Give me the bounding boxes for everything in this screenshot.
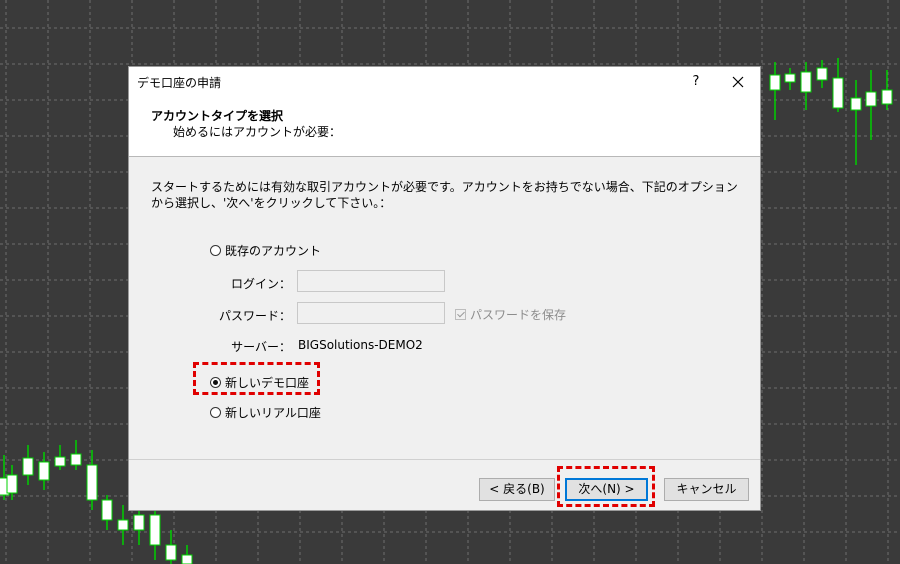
- candle-body: [22, 457, 34, 476]
- save-password-check-icon[interactable]: [455, 309, 466, 320]
- candle-body: [816, 67, 828, 81]
- candle-body: [86, 464, 98, 501]
- candle-body: [769, 74, 781, 91]
- candle-body: [38, 461, 50, 481]
- close-icon: [732, 76, 744, 88]
- radio-existing-account-label: 既存のアカウント: [225, 244, 322, 258]
- candle-body: [181, 554, 193, 564]
- back-button[interactable]: < 戻る(B): [479, 478, 555, 501]
- dialog-title: デモ口座の申請: [137, 76, 222, 90]
- candle-body: [133, 514, 145, 531]
- demo-account-dialog: デモ口座の申請 ? アカウントタイプを選択 始めるにはアカウントが必要： スター…: [128, 66, 761, 511]
- login-field[interactable]: [297, 270, 445, 292]
- candle-body: [165, 544, 177, 561]
- radio-new-real[interactable]: 新しいリアル口座: [210, 404, 321, 421]
- password-label: パスワード：: [219, 309, 292, 323]
- password-field[interactable]: [297, 302, 445, 324]
- candle-body: [54, 456, 66, 467]
- wizard-description: スタートするためには有効な取引アカウントが必要です。アカウントをお持ちでない場合…: [151, 180, 738, 210]
- radio-existing-account-circle[interactable]: [210, 245, 221, 256]
- candle-body: [832, 77, 844, 109]
- wizard-header: アカウントタイプを選択 始めるにはアカウントが必要：: [129, 98, 760, 157]
- save-password-checkbox[interactable]: パスワードを保存: [455, 306, 566, 323]
- dialog-titlebar: デモ口座の申請 ?: [129, 67, 760, 98]
- candle-body: [117, 519, 129, 531]
- highlight-new-demo: [193, 362, 320, 395]
- candle-body: [6, 474, 18, 494]
- candle-body: [149, 514, 161, 546]
- close-button[interactable]: [725, 70, 751, 94]
- wizard-header-title: アカウントタイプを選択: [151, 109, 284, 123]
- server-label: サーバー：: [231, 340, 291, 354]
- candle-body: [865, 91, 877, 107]
- radio-new-real-circle[interactable]: [210, 407, 221, 418]
- candle-body: [881, 89, 893, 105]
- candle-body: [784, 73, 796, 83]
- footer-divider: [129, 459, 760, 460]
- candle-body: [101, 499, 113, 521]
- radio-new-real-label: 新しいリアル口座: [225, 406, 321, 420]
- highlight-next-button: [557, 466, 655, 507]
- radio-existing-account[interactable]: 既存のアカウント: [210, 242, 321, 259]
- candle-body: [850, 97, 862, 111]
- cancel-button[interactable]: キャンセル: [664, 478, 749, 501]
- save-password-label: パスワードを保存: [470, 308, 567, 322]
- login-label: ログイン：: [230, 277, 291, 291]
- candle-body: [800, 71, 812, 93]
- candle-body: [70, 453, 82, 466]
- server-value: BIGSolutions-DEMO2: [298, 338, 423, 352]
- wizard-header-subtitle: 始めるにはアカウントが必要：: [173, 125, 342, 139]
- help-button[interactable]: ?: [685, 71, 707, 93]
